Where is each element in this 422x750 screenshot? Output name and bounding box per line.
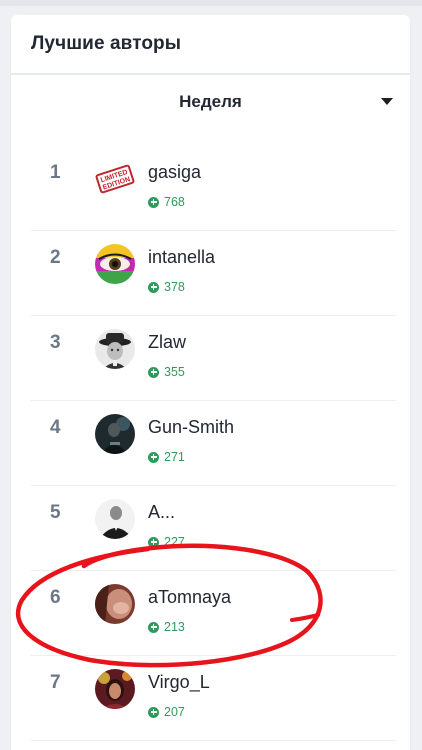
author-score-value: 355 [164, 365, 185, 379]
author-score-value: 378 [164, 280, 185, 294]
author-score: 355 [148, 365, 185, 379]
authors-list: 1 LIMITED EDITION gasiga 768 2 intanella… [11, 146, 410, 741]
screen: Лучшие авторы Неделя 1 LIMITED EDITION g… [0, 0, 422, 750]
plus-circle-icon [148, 366, 159, 378]
author-rank: 7 [50, 672, 61, 693]
plus-circle-icon [148, 536, 159, 548]
author-rank: 4 [50, 417, 61, 438]
author-score: 768 [148, 195, 185, 209]
woman-portrait-avatar[interactable] [95, 669, 135, 709]
author-score-value: 768 [164, 195, 185, 209]
author-rank: 3 [50, 332, 61, 353]
top-strip [0, 0, 422, 6]
dropdown-arrow-icon[interactable] [381, 98, 393, 105]
author-score-value: 207 [164, 705, 185, 719]
author-row[interactable]: 4 Gun-Smith 271 [31, 401, 396, 486]
author-row[interactable]: 2 intanella 378 [31, 231, 396, 316]
author-name[interactable]: Gun-Smith [148, 417, 234, 438]
author-rank: 5 [50, 502, 61, 523]
plus-circle-icon [148, 621, 159, 633]
widget-header: Лучшие авторы [11, 15, 410, 75]
plus-circle-icon [148, 451, 159, 463]
widget-title: Лучшие авторы [31, 33, 182, 54]
author-name[interactable]: gasiga [148, 162, 201, 183]
plus-circle-icon [148, 706, 159, 718]
author-rank: 6 [50, 587, 61, 608]
author-score: 271 [148, 450, 185, 464]
author-row[interactable]: 1 LIMITED EDITION gasiga 768 [31, 146, 396, 231]
plus-circle-icon [148, 196, 159, 208]
author-name[interactable]: Virgo_L [148, 672, 210, 693]
dark-figure-avatar[interactable] [95, 414, 135, 454]
author-name[interactable]: aTomnaya [148, 587, 231, 608]
plus-circle-icon [148, 281, 159, 293]
author-score-value: 271 [164, 450, 185, 464]
author-rank: 1 [50, 162, 61, 183]
blurred-face-avatar[interactable] [95, 584, 135, 624]
author-row[interactable]: 7 Virgo_L 207 [31, 656, 396, 741]
author-score: 213 [148, 620, 185, 634]
man-in-hat-avatar[interactable] [95, 329, 135, 369]
limited-edition-stamp-avatar[interactable]: LIMITED EDITION [95, 159, 135, 199]
author-name[interactable]: A... [148, 502, 175, 523]
author-row[interactable]: 6 aTomnaya 213 [31, 571, 396, 656]
man-in-suit-avatar[interactable] [95, 499, 135, 539]
author-score-value: 213 [164, 620, 185, 634]
author-score: 378 [148, 280, 185, 294]
author-score-value: 227 [164, 535, 185, 549]
period-label[interactable]: Неделя [179, 92, 242, 112]
author-rank: 2 [50, 247, 61, 268]
author-row[interactable]: 3 Zlaw 355 [31, 316, 396, 401]
author-name[interactable]: Zlaw [148, 332, 186, 353]
author-row[interactable]: 5 A... 227 [31, 486, 396, 571]
colorful-eye-avatar[interactable] [95, 244, 135, 284]
period-selector[interactable]: Неделя [11, 75, 410, 129]
top-authors-widget: Лучшие авторы Неделя 1 LIMITED EDITION g… [11, 15, 410, 750]
author-score: 227 [148, 535, 185, 549]
author-name[interactable]: intanella [148, 247, 215, 268]
author-score: 207 [148, 705, 185, 719]
